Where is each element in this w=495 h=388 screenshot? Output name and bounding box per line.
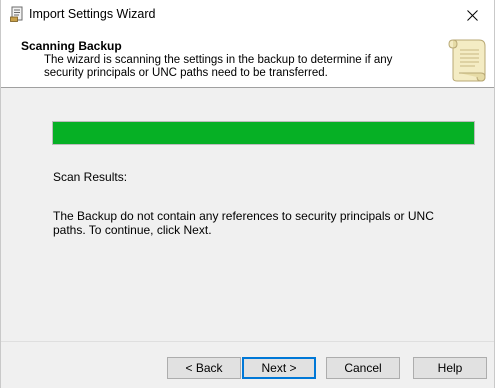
wizard-header: Scanning Backup The wizard is scanning t… [1,30,494,88]
wizard-window: Import Settings Wizard Scanning Backup T… [0,0,495,388]
progress-fill [53,122,474,144]
close-icon [466,9,478,21]
cancel-button[interactable]: Cancel [326,357,400,379]
window-title: Import Settings Wizard [29,7,156,21]
scroll-icon [445,34,487,84]
wizard-app-icon [10,6,25,22]
scan-results-label: Scan Results: [53,170,128,184]
back-button[interactable]: < Back [167,357,241,379]
page-title: Scanning Backup [21,39,122,53]
scan-results-message: The Backup do not contain any references… [53,209,434,237]
help-button[interactable]: Help [413,357,487,379]
next-button[interactable]: Next > [242,357,316,379]
close-button[interactable] [450,0,494,30]
title-bar: Import Settings Wizard [1,0,494,30]
scan-progress-bar [52,121,475,145]
footer-divider [1,341,494,342]
page-description: The wizard is scanning the settings in t… [44,54,393,79]
